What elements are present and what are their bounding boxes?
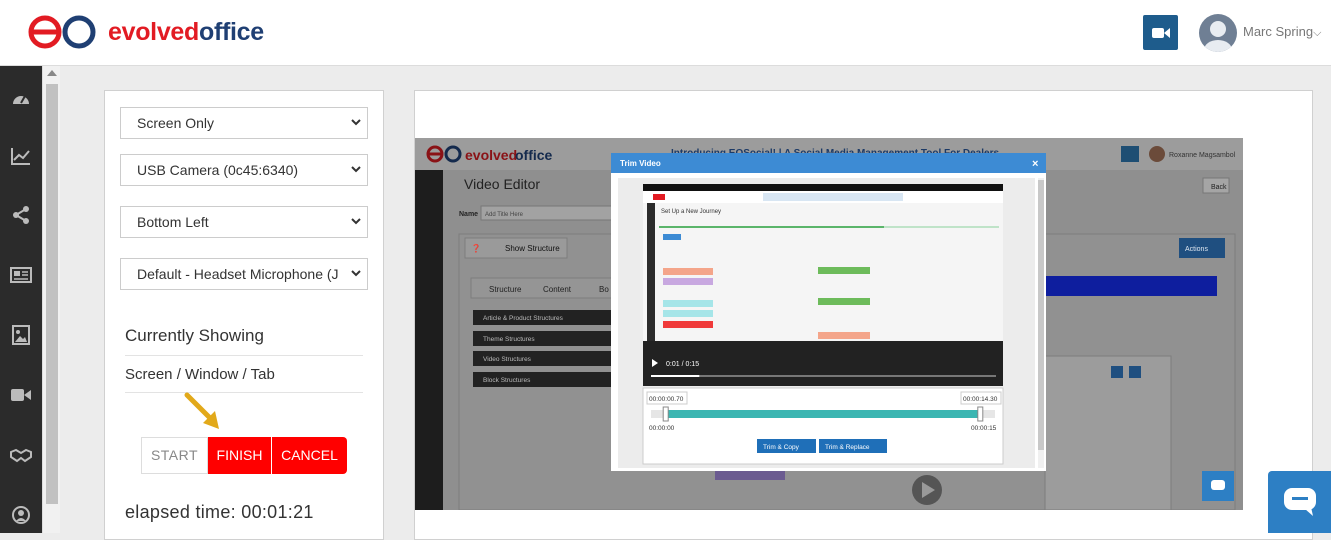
microphone-value: Default - Headset Microphone (J: [137, 266, 339, 282]
image-icon: [12, 325, 30, 345]
divider: [125, 392, 363, 393]
range-max: 00:00:15: [971, 425, 997, 432]
scrollbar-thumb[interactable]: [46, 84, 58, 504]
scroll-up-arrow-icon[interactable]: [47, 70, 57, 76]
tab-content: Content: [543, 285, 572, 294]
user-menu[interactable]: Marc Spring⌵: [1243, 24, 1321, 40]
sidebar-item-dashboard[interactable]: [0, 83, 42, 113]
modal-title: Trim Video: [620, 159, 661, 168]
trim-copy-label: Trim & Copy: [763, 444, 800, 451]
sidebar-item-social[interactable]: [0, 200, 42, 230]
divider: [125, 355, 363, 356]
chevron-down-icon: [351, 119, 361, 126]
inner-user: Roxanne Magsambol: [1169, 152, 1236, 159]
modal-scrollbar[interactable]: [1038, 180, 1044, 450]
tab-blocks: Bo: [599, 285, 609, 294]
trim-replace-label: Trim & Replace: [825, 444, 870, 451]
name-label: Name: [459, 211, 478, 218]
inner-avatar: [1149, 146, 1165, 162]
dashboard-icon: [13, 95, 29, 104]
line-chart-icon: [11, 148, 30, 165]
chat-button[interactable]: [1268, 471, 1331, 533]
user-name: Marc Spring: [1243, 24, 1314, 39]
range-min: 00:00:00: [649, 425, 675, 432]
show-structure: Show Structure: [505, 244, 560, 253]
video-progress[interactable]: [651, 375, 700, 377]
preview-canvas: evolved office Introducing EOSocial! | A…: [415, 138, 1243, 510]
chat-icon: [1283, 488, 1316, 516]
user-circle-icon: [12, 506, 30, 524]
inner-camera-button: [1121, 146, 1139, 162]
sidebar: [0, 66, 42, 533]
finish-button[interactable]: FINISH: [208, 437, 271, 474]
video-camera-icon: [11, 389, 31, 401]
inner-brand-part2: office: [515, 147, 553, 163]
trim-range[interactable]: [668, 410, 978, 418]
pointer-arrow-icon: [184, 392, 219, 429]
video-editor-title: Video Editor: [464, 176, 540, 192]
modal-close-icon[interactable]: ×: [1032, 158, 1038, 170]
sidebar-item-analytics[interactable]: [0, 141, 42, 171]
video-page-title: Set Up a New Journey: [661, 209, 721, 215]
top-bar: evolvedoffice Marc Spring⌵: [0, 0, 1331, 66]
handshake-icon: [10, 448, 32, 463]
trim-video-modal: Trim Video × Set Up a New Journey 0:01 /…: [611, 153, 1046, 471]
brand-logo[interactable]: evolvedoffice: [28, 14, 264, 50]
brand-name: evolvedoffice: [108, 18, 264, 47]
sidebar-item-partners[interactable]: [0, 440, 42, 470]
trim-start-time[interactable]: 00:00:00.70: [649, 396, 684, 403]
structure-item: Theme Structures: [483, 336, 535, 343]
camera-position-value: Bottom Left: [137, 214, 209, 230]
brand-name-part2: office: [199, 17, 264, 46]
screen-preview-card: evolved office Introducing EOSocial! | A…: [414, 90, 1313, 540]
chevron-down-icon: [351, 269, 361, 277]
trim-start-handle[interactable]: [662, 406, 669, 422]
svg-text:❓: ❓: [471, 243, 481, 253]
chevron-down-icon: ⌵: [1313, 27, 1322, 39]
actions-label: Actions: [1185, 246, 1208, 253]
scrollbar[interactable]: [42, 66, 60, 533]
record-video-button[interactable]: [1143, 15, 1178, 50]
blue-band: [1045, 276, 1217, 296]
trim-end-handle[interactable]: [977, 406, 984, 422]
sidebar-item-articles[interactable]: [0, 260, 42, 290]
logo-mark-icon: [28, 15, 96, 49]
structure-item: Video Structures: [483, 356, 532, 363]
brand-name-part1: evolved: [108, 17, 200, 46]
back-label: Back: [1211, 184, 1227, 191]
elapsed-time: elapsed time: 00:01:21: [125, 502, 314, 522]
camera-position-select[interactable]: Bottom Left: [120, 206, 368, 238]
microphone-select[interactable]: Default - Headset Microphone (J: [120, 258, 368, 290]
chevron-down-icon: [351, 166, 361, 173]
name-placeholder: Add Title Here: [485, 212, 524, 218]
inner-brand-part1: evolved: [465, 147, 517, 163]
screen-preview: evolved office Introducing EOSocial! | A…: [415, 138, 1243, 510]
sidebar-item-media[interactable]: [0, 320, 42, 350]
start-button[interactable]: START: [141, 437, 208, 474]
video-time: 0:01 / 0:15: [666, 361, 699, 368]
user-avatar-icon: [1204, 21, 1232, 52]
recorder-panel: Screen Only USB Camera (0c45:6340) Botto…: [104, 90, 384, 540]
video-camera-icon: [1151, 27, 1170, 38]
share-icon: [13, 206, 29, 224]
newspaper-icon: [10, 267, 32, 283]
cancel-button[interactable]: CANCEL: [272, 437, 347, 474]
trim-end-time[interactable]: 00:00:14.30: [963, 396, 998, 403]
sidebar-item-video[interactable]: [0, 380, 42, 410]
camera-select[interactable]: USB Camera (0c45:6340): [120, 154, 368, 186]
structure-item: Block Structures: [483, 377, 531, 384]
capture-source-value: Screen Only: [137, 115, 215, 131]
tab-structure: Structure: [489, 285, 522, 294]
currently-showing-value: Screen / Window / Tab: [125, 366, 275, 383]
sidebar-item-account[interactable]: [0, 500, 42, 530]
avatar[interactable]: [1199, 14, 1237, 52]
capture-source-select[interactable]: Screen Only: [120, 107, 368, 139]
inner-sidebar: [415, 170, 443, 510]
chevron-down-icon: [351, 218, 361, 225]
camera-value: USB Camera (0c45:6340): [137, 162, 299, 178]
currently-showing-label: Currently Showing: [125, 326, 264, 345]
structure-item: Article & Product Structures: [483, 315, 564, 322]
